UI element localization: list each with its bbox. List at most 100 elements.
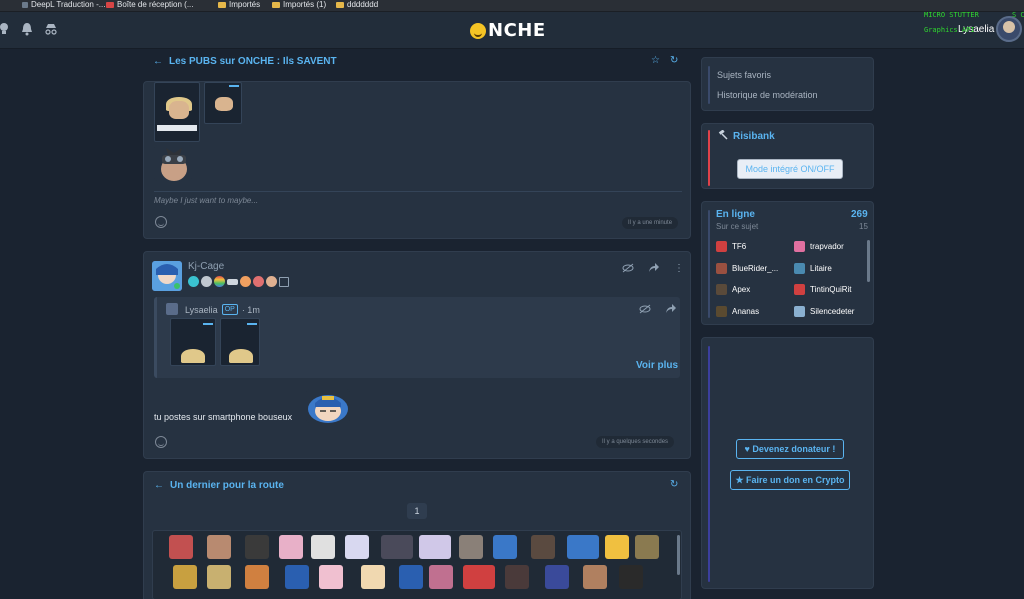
sticker-item[interactable] bbox=[545, 565, 569, 589]
avatar bbox=[716, 284, 727, 295]
sticker-item[interactable] bbox=[605, 535, 629, 559]
gmail-icon bbox=[106, 2, 114, 8]
post-timestamp: Il y a quelques secondes bbox=[596, 436, 675, 448]
sticker-item[interactable] bbox=[459, 535, 483, 559]
top-navbar: NCHE bbox=[0, 12, 1024, 49]
sticker-item[interactable] bbox=[493, 535, 517, 559]
bookmark-item[interactable]: ddddddd bbox=[336, 0, 378, 10]
scrollbar[interactable] bbox=[677, 535, 680, 575]
post-author[interactable]: Kj-Cage bbox=[188, 261, 224, 272]
thread-title[interactable]: ← Les PUBS sur ONCHE : Ils SAVENT bbox=[153, 56, 337, 67]
site-logo[interactable]: NCHE bbox=[470, 20, 546, 41]
sticker-item[interactable] bbox=[635, 535, 659, 559]
online-user[interactable]: Silencedeter bbox=[794, 306, 854, 317]
sticker-item[interactable] bbox=[531, 535, 555, 559]
spy-icon[interactable] bbox=[44, 22, 58, 36]
online-user[interactable]: Apex bbox=[716, 284, 750, 295]
image-thumbnail[interactable] bbox=[170, 318, 216, 366]
bookmark-item[interactable]: DeepL Traduction -... bbox=[22, 0, 105, 10]
become-donor-button[interactable]: ♥ Devenez donateur ! bbox=[736, 439, 844, 459]
bookmark-item[interactable]: Importés bbox=[218, 0, 260, 10]
hammer-icon bbox=[718, 129, 728, 143]
sticker-item[interactable] bbox=[169, 535, 193, 559]
sticker-item[interactable] bbox=[567, 535, 599, 559]
avatar bbox=[794, 306, 805, 317]
online-user[interactable]: trapvador bbox=[794, 241, 844, 252]
post-text: tu postes sur smartphone bouseux bbox=[154, 412, 293, 422]
sticker-item[interactable] bbox=[319, 565, 343, 589]
post-caption: Maybe I just want to maybe... bbox=[154, 196, 259, 205]
folder-icon bbox=[218, 2, 226, 8]
avatar[interactable] bbox=[152, 261, 182, 291]
lightbulb-icon[interactable] bbox=[0, 22, 11, 36]
emoji-reaction-icon[interactable] bbox=[155, 436, 167, 448]
sticker-image[interactable] bbox=[306, 389, 350, 423]
sticker-item[interactable] bbox=[245, 535, 269, 559]
thread-title-text: Un dernier pour la route bbox=[170, 480, 284, 491]
crypto-donate-button[interactable]: ★ Faire un don en Crypto bbox=[730, 470, 850, 490]
page-number-button[interactable]: 1 bbox=[407, 503, 427, 519]
sticker-item[interactable] bbox=[505, 565, 529, 589]
sticker-item[interactable] bbox=[279, 535, 303, 559]
hide-icon[interactable] bbox=[639, 304, 651, 317]
online-user[interactable]: TintinQuiRit bbox=[794, 284, 852, 295]
sticker-item[interactable] bbox=[619, 565, 643, 589]
hide-icon[interactable] bbox=[622, 263, 634, 276]
online-user[interactable]: TF6 bbox=[716, 241, 746, 252]
overlay-line: Graphics API bbox=[924, 26, 975, 34]
online-user-name: BlueRider_... bbox=[732, 264, 779, 273]
refresh-icon[interactable]: ↻ bbox=[670, 479, 678, 490]
badge-icon bbox=[266, 276, 277, 287]
image-thumbnail[interactable] bbox=[220, 318, 260, 366]
sticker-item[interactable] bbox=[381, 535, 413, 559]
refresh-icon[interactable]: ↻ bbox=[670, 55, 678, 66]
bell-icon[interactable] bbox=[20, 22, 34, 36]
image-thumbnail[interactable] bbox=[204, 82, 242, 124]
sticker-item[interactable] bbox=[419, 535, 451, 559]
accent-bar bbox=[708, 130, 710, 186]
emoji-reaction-icon[interactable] bbox=[155, 216, 167, 228]
online-user-name: TF6 bbox=[732, 242, 747, 251]
online-user[interactable]: Litaire bbox=[794, 263, 832, 274]
sticker-item[interactable] bbox=[345, 535, 369, 559]
scrollbar[interactable] bbox=[867, 240, 870, 282]
bookmark-item[interactable]: Importés (1) bbox=[272, 0, 326, 10]
sticker-item[interactable] bbox=[207, 565, 231, 589]
star-icon[interactable]: ☆ bbox=[651, 55, 660, 66]
avatar bbox=[716, 306, 727, 317]
back-arrow-icon[interactable]: ← bbox=[153, 56, 163, 67]
online-user[interactable]: BlueRider_... bbox=[716, 263, 778, 274]
sticker-item[interactable] bbox=[173, 565, 197, 589]
quote-header: Lysaelia OP · 1m bbox=[185, 304, 260, 315]
back-arrow-icon[interactable]: ← bbox=[154, 480, 164, 491]
online-card: En ligne 269 Sur ce sujet 15 TF6 trapvad… bbox=[701, 201, 874, 325]
sticker-item[interactable] bbox=[207, 535, 231, 559]
add-badge-icon[interactable] bbox=[279, 276, 289, 287]
share-icon[interactable] bbox=[665, 304, 677, 317]
thread-title[interactable]: ← Un dernier pour la route bbox=[154, 480, 284, 491]
sticker-item[interactable] bbox=[311, 535, 335, 559]
sticker-item[interactable] bbox=[285, 565, 309, 589]
image-thumbnail[interactable] bbox=[154, 82, 200, 142]
bookmark-item[interactable]: Boîte de réception (... bbox=[106, 0, 194, 10]
integrated-mode-toggle-button[interactable]: Mode intégré ON/OFF bbox=[737, 159, 843, 179]
sticker-item[interactable] bbox=[583, 565, 607, 589]
main-column: ← Les PUBS sur ONCHE : Ils SAVENT ☆ ↻ Ma… bbox=[143, 49, 691, 599]
avatar[interactable] bbox=[166, 303, 178, 315]
sticker-item[interactable] bbox=[361, 565, 385, 589]
stop-sticker-item[interactable] bbox=[463, 565, 495, 589]
quote-author[interactable]: Lysaelia bbox=[185, 305, 218, 315]
moderation-history-link[interactable]: Historique de modération bbox=[717, 90, 818, 100]
online-user[interactable]: Ananas bbox=[716, 306, 759, 317]
more-options-icon[interactable]: ⋮ bbox=[674, 263, 684, 276]
sticker-item[interactable] bbox=[399, 565, 423, 589]
favorite-topics-link[interactable]: Sujets favoris bbox=[717, 70, 771, 80]
heart-icon: ♥ bbox=[744, 444, 750, 454]
online-user-name: Ananas bbox=[732, 307, 760, 316]
sticker-image[interactable] bbox=[154, 145, 192, 181]
sticker-item[interactable] bbox=[429, 565, 453, 589]
share-icon[interactable] bbox=[648, 263, 660, 276]
post-card: Maybe I just want to maybe... Il y a une… bbox=[143, 81, 691, 239]
sticker-item[interactable] bbox=[245, 565, 269, 589]
voir-plus-link[interactable]: Voir plus bbox=[636, 360, 678, 371]
